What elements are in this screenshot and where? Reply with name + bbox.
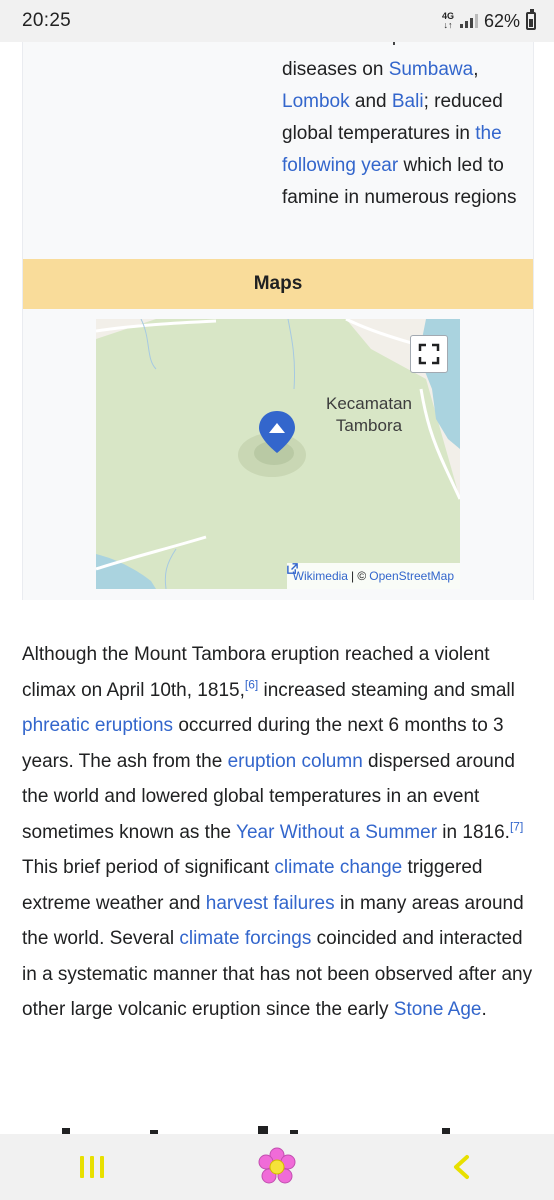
link-bali[interactable]: Bali — [392, 91, 424, 112]
link-eruption-column[interactable]: eruption column — [228, 751, 363, 772]
home-button[interactable] — [247, 1142, 307, 1192]
recents-icon — [80, 1156, 105, 1178]
flower-home-icon — [258, 1147, 296, 1184]
article-paragraph: Although the Mount Tambora eruption reac… — [22, 644, 533, 1020]
link-sumbawa[interactable]: Sumbawa — [389, 59, 474, 80]
link-climate-forcings[interactable]: climate forcings — [179, 928, 311, 949]
battery-percent: 62% — [483, 10, 520, 31]
external-link-icon — [286, 563, 298, 574]
reference-6[interactable]: [6] — [245, 677, 258, 691]
maps-header: Maps — [23, 259, 533, 309]
infobox: famine and epidemic diseases on Sumbawa,… — [22, 30, 534, 600]
fullscreen-button[interactable] — [410, 335, 448, 373]
status-bar: 20:25 4G ↓↑ 62% — [0, 0, 554, 42]
reference-7[interactable]: [7] — [510, 819, 523, 833]
link-climate-change[interactable]: climate change — [274, 857, 402, 878]
map-canvas — [96, 319, 460, 589]
link-harvest-failures[interactable]: harvest failures — [206, 893, 335, 914]
attribution-separator: | © — [350, 569, 367, 583]
back-chevron-icon — [453, 1155, 469, 1179]
map-attribution: Wikimedia | © OpenStreetMap — [286, 563, 460, 589]
wikimedia-link[interactable]: Wikimedia — [293, 569, 348, 583]
location-map[interactable]: Kecamatan Tambora Wikimedia | © OpenStre… — [96, 319, 460, 589]
link-phreatic-eruptions[interactable]: phreatic eruptions — [22, 715, 173, 736]
status-time: 20:25 — [22, 10, 72, 31]
openstreetmap-link[interactable]: OpenStreetMap — [369, 569, 454, 583]
recents-button[interactable] — [62, 1142, 122, 1192]
fullscreen-icon — [418, 343, 440, 365]
link-year-without-a-summer[interactable]: Year Without a Summer — [236, 822, 437, 843]
link-lombok[interactable]: Lombok — [282, 91, 350, 112]
signal-strength-icon — [459, 14, 478, 28]
system-nav-bar — [0, 1134, 554, 1200]
back-button[interactable] — [432, 1142, 492, 1192]
battery-icon — [526, 9, 536, 30]
map-place-label: Kecamatan Tambora — [326, 394, 412, 435]
network-type-icon: 4G ↓↑ — [441, 11, 454, 30]
infobox-effects-text: famine and epidemic diseases on Sumbawa,… — [282, 36, 522, 214]
link-stone-age[interactable]: Stone Age — [394, 999, 482, 1020]
status-indicators: 4G ↓↑ 62% — [441, 9, 536, 32]
